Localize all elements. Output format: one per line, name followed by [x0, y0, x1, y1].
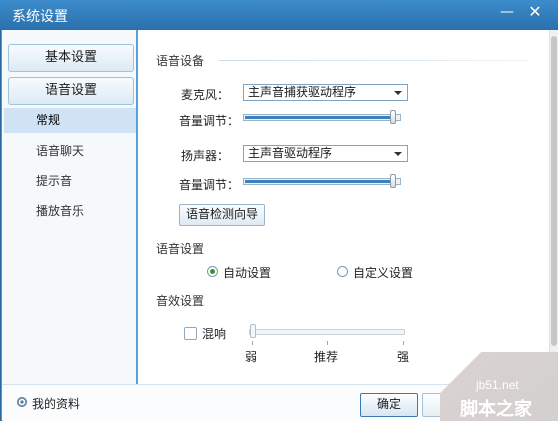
speaker-select[interactable]: 主声音驱动程序	[243, 145, 408, 162]
tick-mark	[252, 341, 253, 345]
section-voice-device: 语音设备	[156, 54, 205, 68]
minimize-icon[interactable]: —	[496, 2, 518, 22]
scrollbar-thumb[interactable]	[551, 36, 557, 346]
scale-strong-label: 强	[397, 350, 410, 364]
tick-mark	[327, 341, 328, 345]
mic-label: 麦克风：	[181, 88, 230, 102]
speaker-volume-label: 音量调节：	[179, 178, 240, 192]
reverb-checkbox[interactable]	[184, 327, 197, 340]
chevron-down-icon	[394, 152, 402, 156]
reverb-slider[interactable]	[249, 329, 405, 335]
window-title: 系统设置	[12, 9, 68, 25]
chevron-down-icon	[394, 91, 402, 95]
custom-setting-radio[interactable]	[337, 266, 348, 277]
mic-volume-label: 音量调节：	[179, 114, 240, 128]
section-divider	[219, 60, 529, 61]
reverb-label[interactable]: 混响	[202, 325, 226, 342]
speaker-volume-slider[interactable]	[243, 174, 401, 188]
mic-select-value: 主声音捕获驱动程序	[248, 85, 357, 99]
sidebar-group-basic[interactable]: 基本设置	[8, 44, 134, 72]
sidebar: 基本设置 语音设置 常规 语音聊天 提示音 播放音乐	[2, 30, 138, 384]
mic-volume-slider[interactable]	[243, 110, 401, 124]
title-bar: 系统设置 — ✕	[0, 0, 558, 30]
speaker-select-value: 主声音驱动程序	[248, 146, 333, 160]
speaker-volume-thumb[interactable]	[390, 174, 396, 188]
mic-volume-thumb[interactable]	[390, 110, 396, 124]
close-icon[interactable]: ✕	[524, 2, 546, 22]
sidebar-item-general[interactable]: 常规	[4, 108, 136, 133]
ok-button[interactable]: 确定	[360, 393, 418, 417]
watermark-name: 脚本之家	[460, 399, 532, 420]
watermark-site: jb51.net	[476, 378, 519, 392]
sidebar-item-voice-chat[interactable]: 语音聊天	[4, 139, 136, 164]
scale-weak-label: 弱	[245, 350, 258, 364]
voice-test-wizard-button[interactable]: 语音检测向导	[179, 204, 265, 226]
vertical-scrollbar[interactable]	[549, 30, 558, 384]
gear-icon[interactable]	[16, 396, 28, 408]
sidebar-group-voice[interactable]: 语音设置	[8, 77, 134, 105]
tick-mark	[403, 341, 404, 345]
custom-setting-label[interactable]: 自定义设置	[353, 264, 413, 281]
sidebar-item-notification-sound[interactable]: 提示音	[4, 169, 136, 194]
section-sound-effect: 音效设置	[156, 294, 205, 308]
mic-volume-fill	[245, 116, 396, 119]
reverb-thumb[interactable]	[250, 324, 256, 338]
sidebar-item-play-music[interactable]: 播放音乐	[4, 199, 136, 224]
auto-setting-label[interactable]: 自动设置	[223, 264, 271, 281]
settings-main: 语音设备 麦克风： 主声音捕获驱动程序 音量调节： 扬声器： 主声音驱动程序 音…	[139, 30, 549, 384]
speaker-volume-fill	[245, 180, 396, 183]
mic-select[interactable]: 主声音捕获驱动程序	[243, 84, 408, 101]
speaker-label: 扬声器：	[181, 149, 230, 163]
section-voice-settings: 语音设置	[156, 242, 205, 256]
auto-setting-radio[interactable]	[207, 266, 218, 277]
scale-recommended-label: 推荐	[314, 350, 339, 364]
my-profile-link[interactable]: 我的资料	[32, 395, 80, 412]
